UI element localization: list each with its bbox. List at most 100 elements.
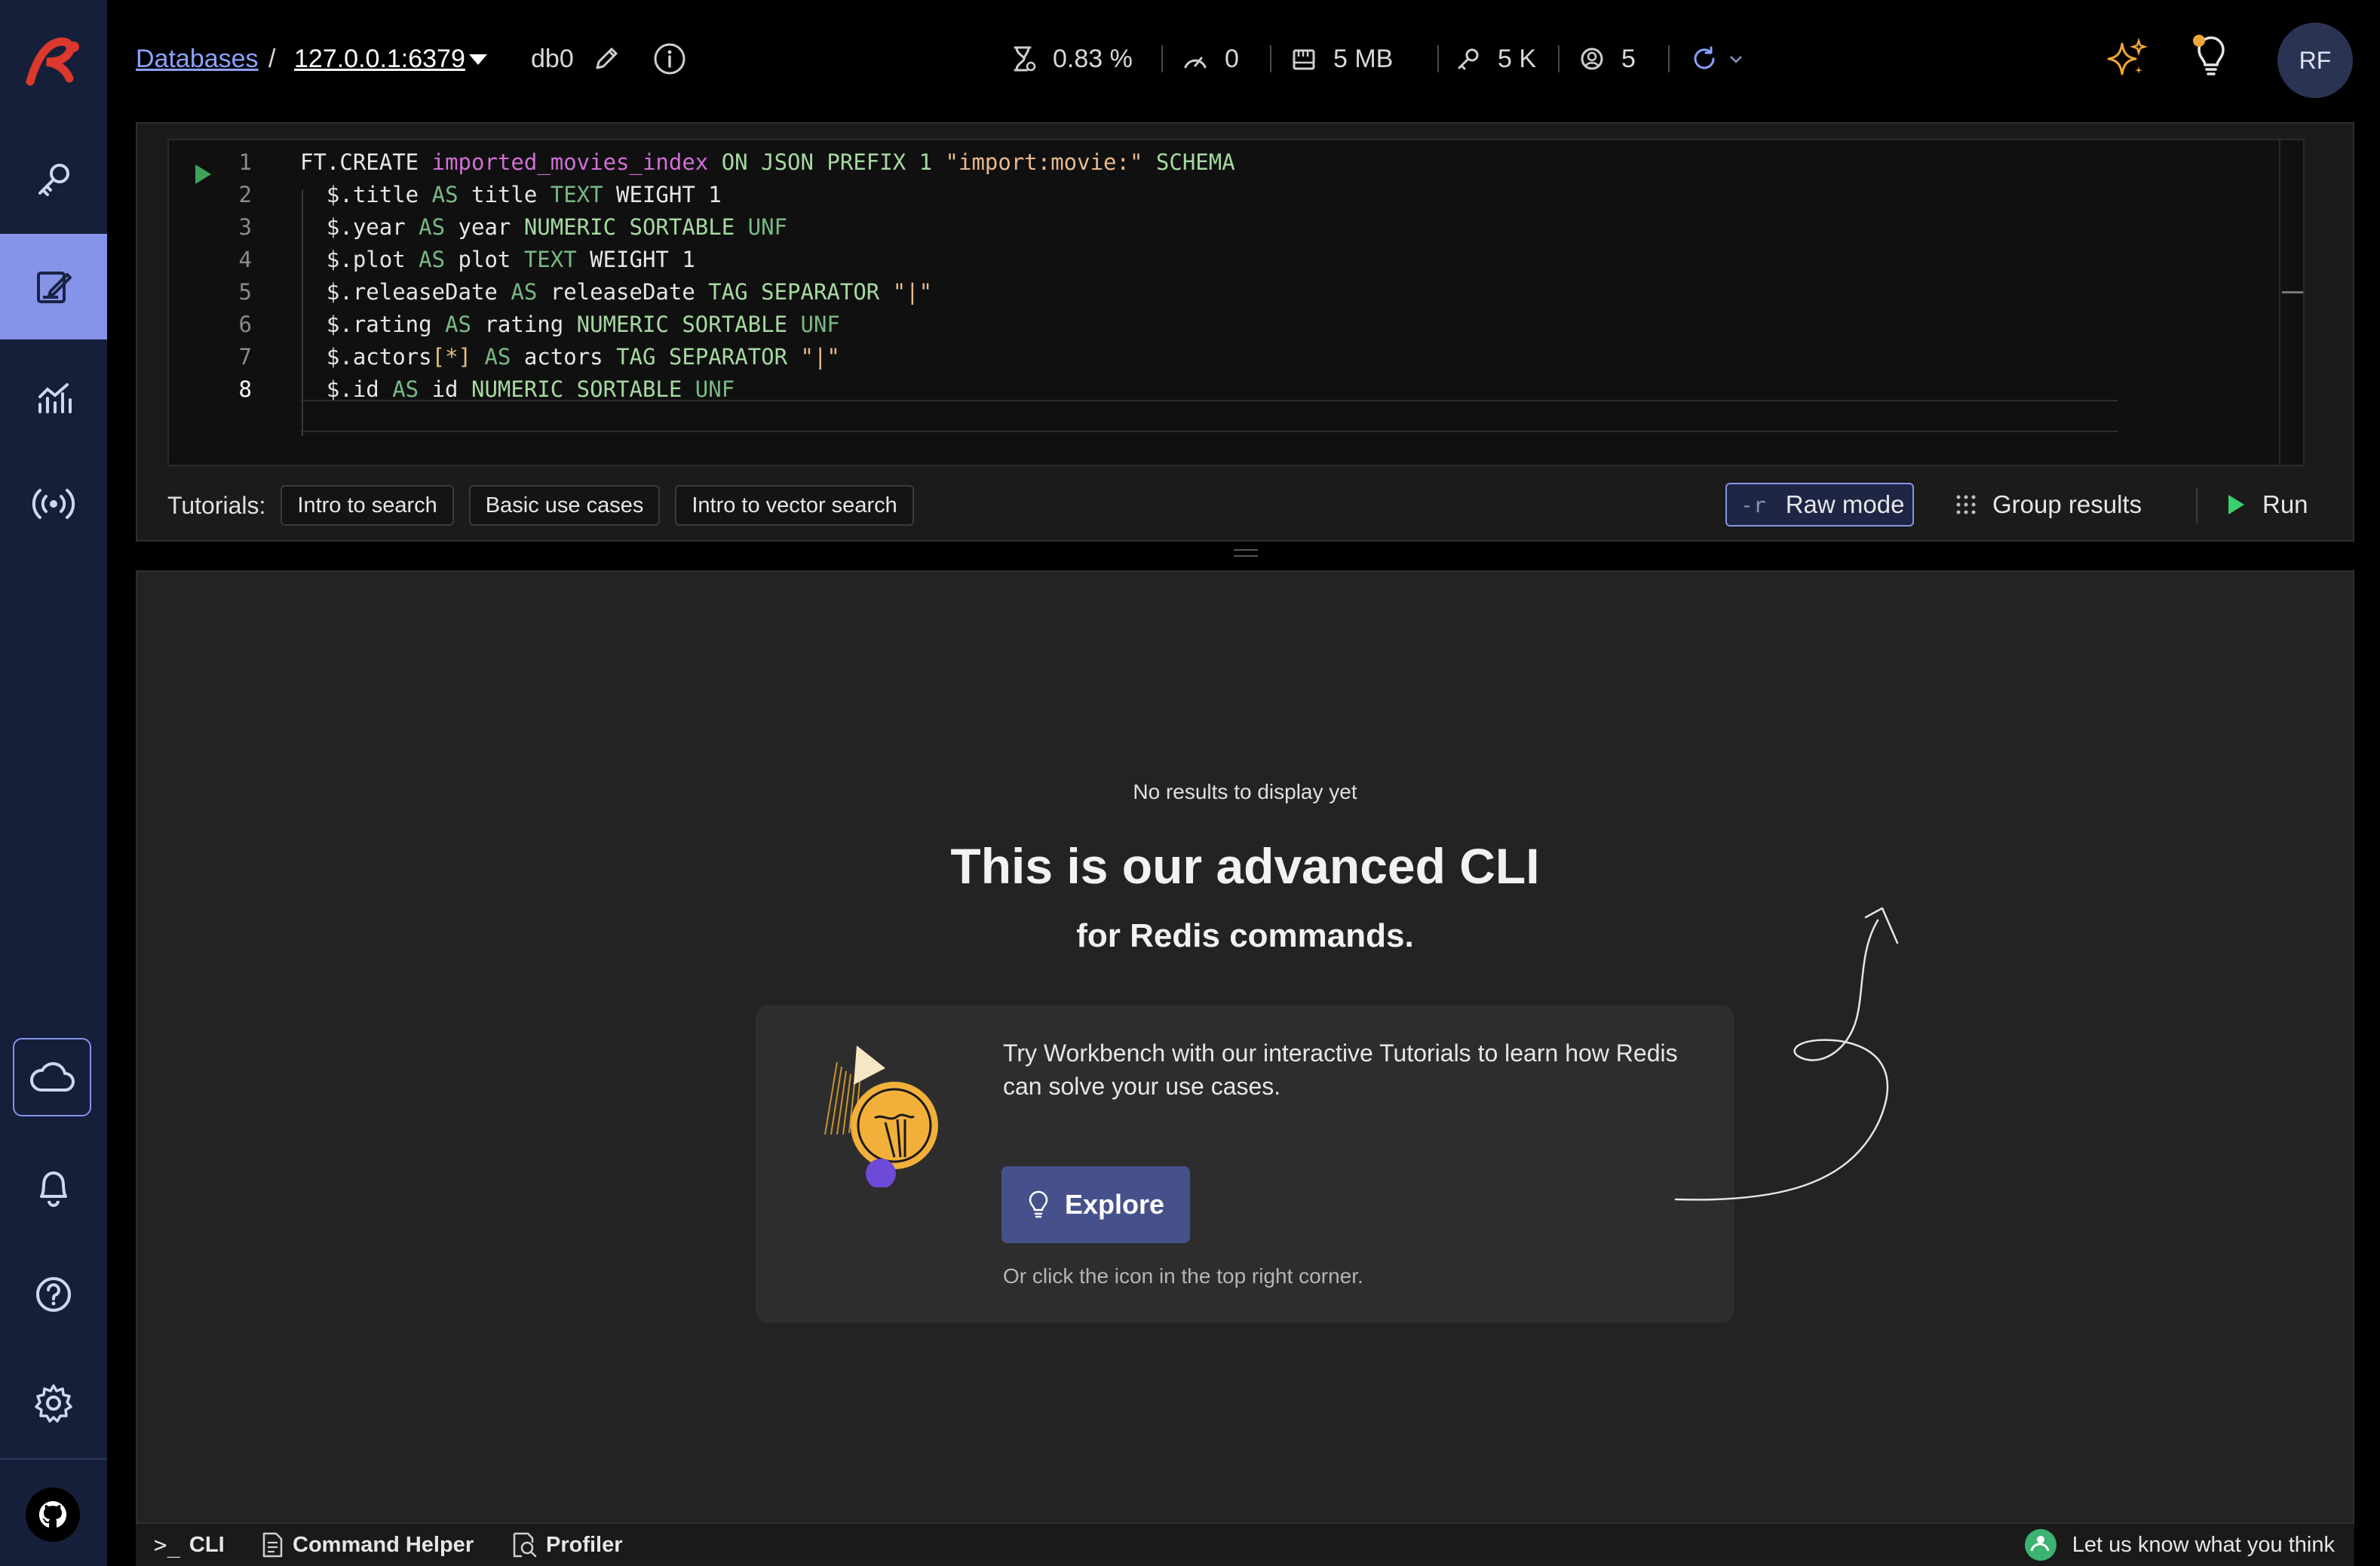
redis-logo-icon: [24, 36, 83, 88]
run-label: Run: [2262, 490, 2308, 518]
welcome-title: This is our advanced CLI: [950, 838, 1540, 894]
database-dropdown-icon[interactable]: [468, 53, 489, 66]
code-token: NUMERIC SORTABLE: [471, 376, 695, 402]
refresh-control[interactable]: [1691, 39, 1744, 78]
code-token: $.rating: [300, 312, 446, 337]
sidebar-item-workbench[interactable]: [0, 234, 107, 339]
code-line[interactable]: 1 FT.CREATE imported_movies_index ON JSON…: [169, 146, 2280, 179]
raw-mode-toggle[interactable]: -r Raw mode: [1725, 483, 1914, 527]
tutorials-label: Tutorials:: [167, 491, 266, 519]
code-line[interactable]: 5 $.releaseDate AS releaseDate TAG SEPAR…: [169, 276, 2280, 309]
code-token: SCHEMA: [1142, 149, 1235, 175]
card-hint-text: Or click the icon in the top right corne…: [1003, 1264, 1363, 1288]
code-line[interactable]: 7 $.actors[*] AS actors TAG SEPARATOR "|…: [169, 341, 2280, 373]
code-editor[interactable]: 1 FT.CREATE imported_movies_index ON JSON…: [167, 139, 2305, 466]
code-token: [*]: [431, 344, 471, 370]
explore-button[interactable]: Explore: [1001, 1166, 1190, 1243]
database-address-link[interactable]: 127.0.0.1:6379: [294, 39, 465, 78]
github-button[interactable]: [26, 1488, 80, 1542]
sparkles-icon[interactable]: [2106, 38, 2148, 80]
cli-prompt-icon: >_: [154, 1532, 180, 1558]
code-token: "|": [800, 344, 840, 370]
sidebar-item-notifications[interactable]: [0, 1134, 107, 1239]
breadcrumb-databases-link[interactable]: Databases: [136, 39, 259, 78]
tutorial-button-basic-use-cases[interactable]: Basic use cases: [468, 485, 661, 526]
editor-scrollbar[interactable]: [2279, 140, 2303, 465]
code-line[interactable]: 6 $.rating AS rating NUMERIC SORTABLE UN…: [169, 309, 2280, 341]
card-description: Try Workbench with our interactive Tutor…: [1003, 1039, 1678, 1100]
code-token: TEXT: [550, 182, 603, 207]
cli-tab[interactable]: >_ CLI: [154, 1524, 225, 1566]
code-token: "import:movie:": [945, 149, 1143, 175]
code-token: FT.CREATE: [300, 149, 432, 175]
no-results-text: No results to display yet: [1133, 780, 1357, 803]
gauge-icon: [1182, 48, 1208, 70]
line-number: 5: [238, 279, 252, 305]
breadcrumb-separator: /: [268, 45, 276, 73]
results-panel: No results to display yet This is our ad…: [136, 570, 2354, 1524]
sidebar-item-pubsub[interactable]: [0, 451, 107, 557]
gear-icon: [33, 1383, 74, 1423]
help-icon: [34, 1275, 73, 1314]
code-token: ON JSON PREFIX 1: [708, 149, 946, 175]
code-token: $.year: [300, 214, 419, 240]
code-token: TAG SEPARATOR: [616, 344, 801, 370]
pencil-icon[interactable]: [593, 45, 620, 72]
chevron-down-icon[interactable]: [1728, 54, 1744, 64]
code-token: NUMERIC SORTABLE: [523, 214, 748, 240]
code-text: $.title AS title TEXT WEIGHT 1: [300, 179, 722, 211]
metric-separator: [1668, 45, 1670, 72]
memory-value: 5 MB: [1333, 44, 1394, 73]
code-token: $.releaseDate: [300, 279, 511, 305]
run-button[interactable]: Run: [2226, 483, 2308, 527]
user-avatar[interactable]: RF: [2277, 23, 2353, 98]
tutorial-button-intro-vector-search[interactable]: Intro to vector search: [675, 485, 914, 526]
profiler-tab[interactable]: Profiler: [511, 1524, 623, 1566]
lightbulb-icon[interactable]: [2190, 30, 2232, 78]
code-line[interactable]: 3 $.year AS year NUMERIC SORTABLE UNF: [169, 211, 2280, 244]
code-token: TEXT: [523, 247, 577, 272]
broadcast-icon: [31, 484, 76, 524]
memory-icon: [1291, 46, 1317, 72]
code-token: TAG SEPARATOR: [708, 279, 893, 305]
code-line[interactable]: 4 $.plot AS plot TEXT WEIGHT 1: [169, 244, 2280, 276]
lightbulb-icon: [1027, 1190, 1050, 1219]
memory-metric: 5 MB: [1291, 39, 1393, 78]
group-results-toggle[interactable]: Group results: [1955, 483, 2142, 527]
tutorial-button-intro-search[interactable]: Intro to search: [281, 485, 454, 526]
code-text: $.actors[*] AS actors TAG SEPARATOR "|": [300, 341, 840, 373]
feedback-link[interactable]: Let us know what you think: [2024, 1524, 2335, 1566]
sidebar-item-help[interactable]: [0, 1242, 107, 1347]
profiler-label: Profiler: [546, 1532, 623, 1557]
code-text: FT.CREATE imported_movies_index ON JSON …: [300, 146, 1235, 179]
code-token: WEIGHT 1: [603, 182, 722, 207]
refresh-icon[interactable]: [1691, 45, 1718, 72]
sidebar-item-settings[interactable]: [0, 1350, 107, 1456]
panel-resize-handle[interactable]: [1234, 549, 1258, 557]
command-helper-tab[interactable]: Command Helper: [261, 1524, 474, 1566]
code-token: AS: [431, 182, 459, 207]
edit-icon: [34, 267, 73, 306]
tutorial-promo-card: Try Workbench with our interactive Tutor…: [756, 1005, 1734, 1323]
code-token: $.id: [300, 376, 393, 402]
code-line[interactable]: 2 $.title AS title TEXT WEIGHT 1: [169, 179, 2280, 211]
top-header: Databases / 127.0.0.1:6379 db0 0.83 % 0 …: [107, 0, 2380, 121]
keys-value: 5 K: [1498, 44, 1537, 73]
raw-mode-flag: -r: [1741, 492, 1766, 517]
group-results-label: Group results: [1992, 490, 2142, 518]
code-line[interactable]: 8 $.id AS id NUMERIC SORTABLE UNF: [169, 373, 2280, 406]
code-token: "|": [892, 279, 933, 305]
code-token: title: [458, 182, 551, 207]
info-icon[interactable]: [653, 42, 686, 75]
feedback-label: Let us know what you think: [2072, 1532, 2335, 1557]
redis-logo[interactable]: [0, 9, 107, 115]
code-token: plot: [445, 247, 524, 272]
raw-mode-label: Raw mode: [1785, 490, 1905, 518]
code-token: NUMERIC SORTABLE: [576, 312, 801, 337]
sidebar-item-analysis[interactable]: [0, 345, 107, 451]
line-number: 8: [238, 376, 252, 402]
sidebar-item-browser[interactable]: [0, 127, 107, 232]
cloud-button[interactable]: [13, 1038, 91, 1116]
play-icon: [2226, 493, 2246, 516]
metric-separator: [1161, 45, 1163, 72]
